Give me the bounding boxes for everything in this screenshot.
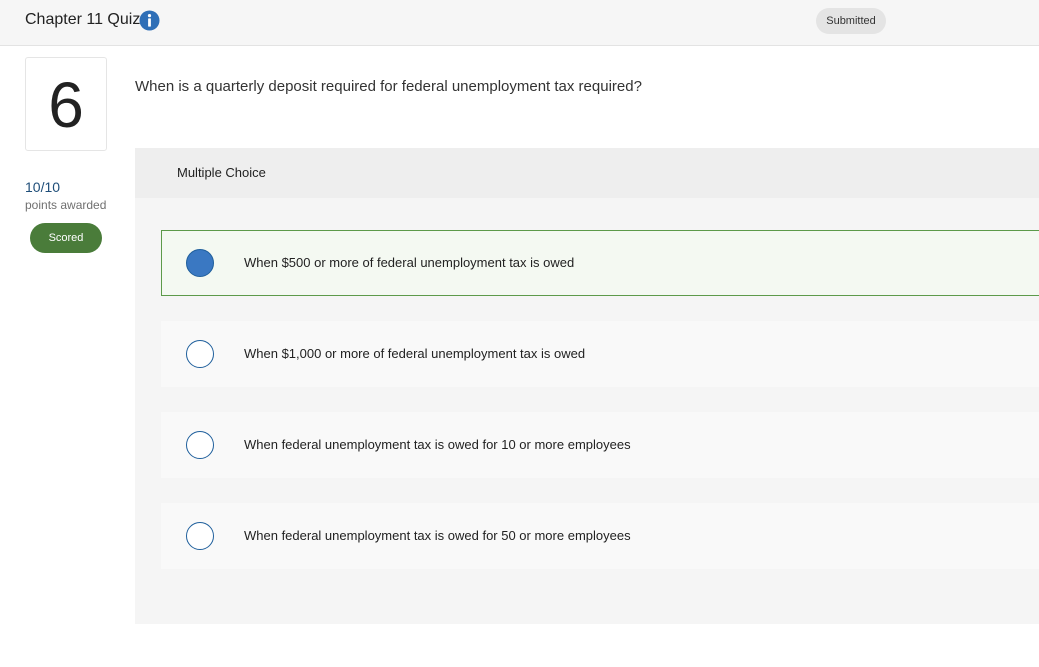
points-score: 10/10 [25,179,61,195]
question-text: When is a quarterly deposit required for… [135,78,642,95]
info-icon[interactable] [139,10,160,31]
answer-choice-label: When federal unemployment tax is owed fo… [244,528,631,543]
quiz-header: Chapter 11 Quiz Submitted [0,0,1039,46]
submitted-status-badge: Submitted [816,8,886,34]
answer-choice-3[interactable]: When federal unemployment tax is owed fo… [161,412,1039,478]
radio-button[interactable] [186,522,214,550]
question-type-header: Multiple Choice [135,148,1039,198]
question-number: 6 [25,57,107,151]
answer-panel: Multiple Choice When $500 or more of fed… [135,148,1039,624]
quiz-title: Chapter 11 Quiz [25,11,141,28]
radio-button-selected[interactable] [186,249,214,277]
answer-choice-label: When federal unemployment tax is owed fo… [244,437,631,452]
answer-choice-2[interactable]: When $1,000 or more of federal unemploym… [161,321,1039,387]
radio-button[interactable] [186,340,214,368]
scored-badge: Scored [30,223,102,253]
answer-choice-1[interactable]: When $500 or more of federal unemploymen… [161,230,1039,296]
answer-choice-4[interactable]: When federal unemployment tax is owed fo… [161,503,1039,569]
points-awarded-label: points awarded [25,198,107,212]
radio-button[interactable] [186,431,214,459]
question-type-label: Multiple Choice [177,165,266,180]
answer-choice-label: When $1,000 or more of federal unemploym… [244,346,586,361]
answer-choice-label: When $500 or more of federal unemploymen… [244,255,575,270]
